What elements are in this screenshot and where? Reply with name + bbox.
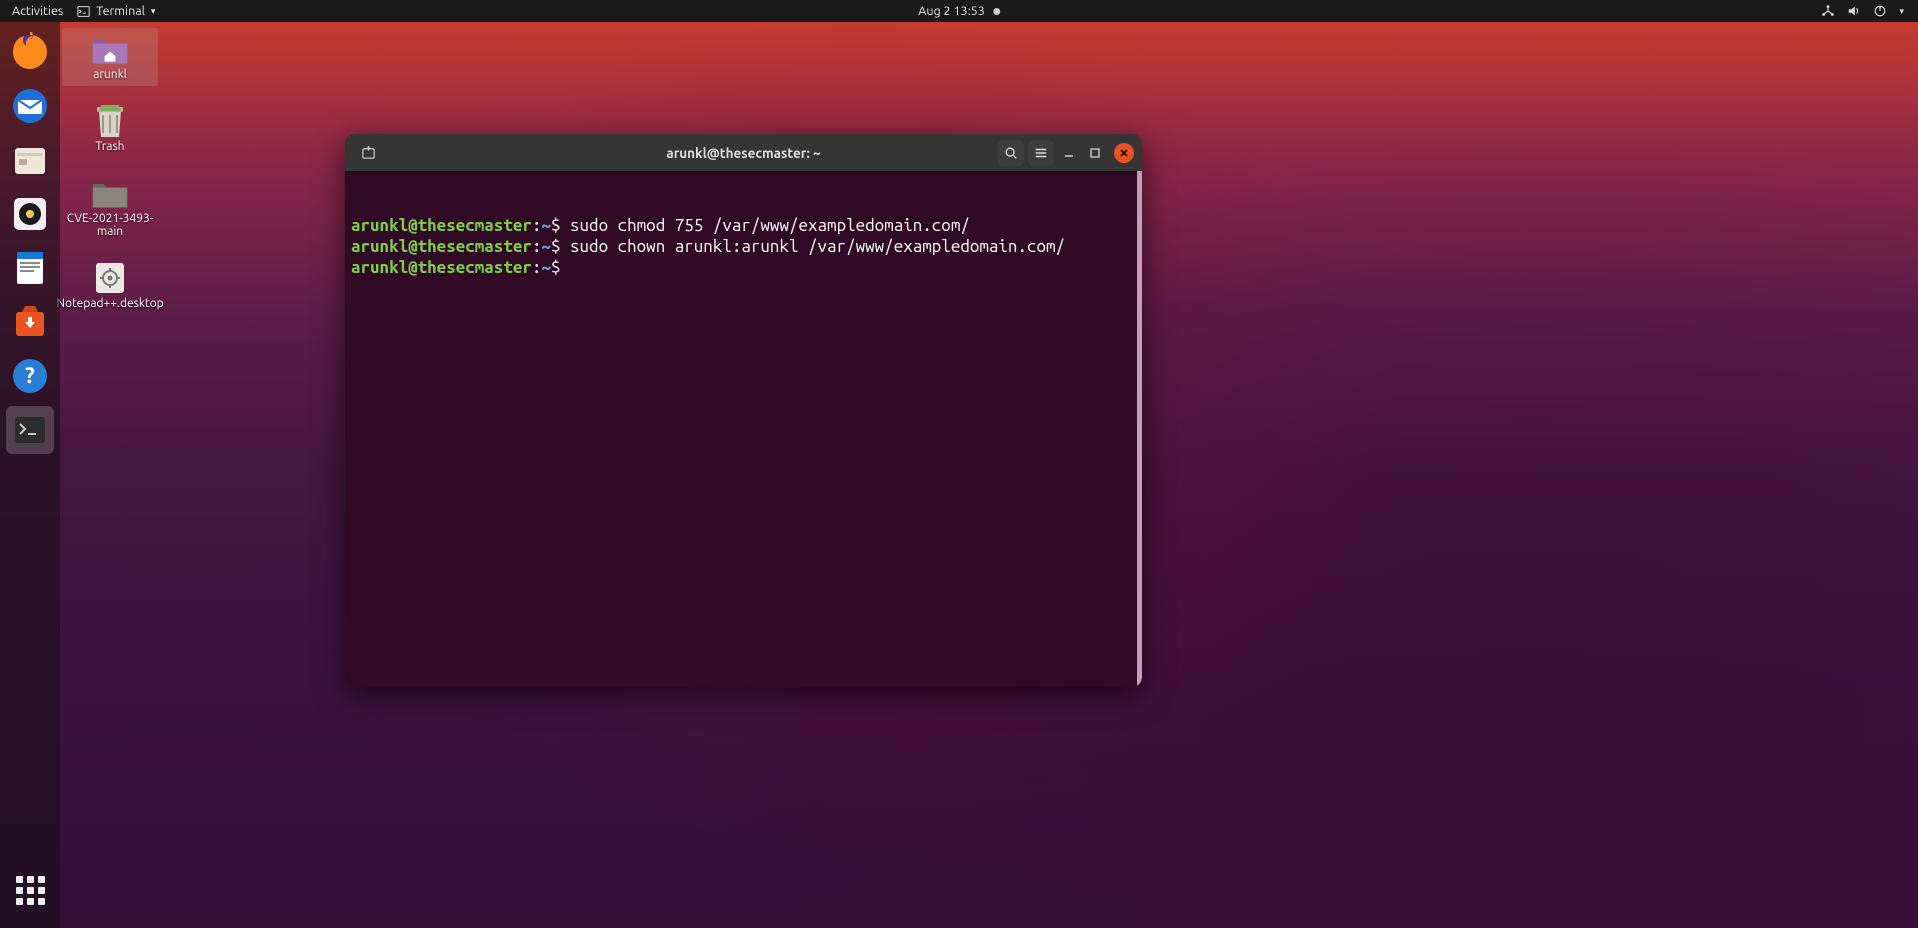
terminal-icon [10, 410, 50, 450]
chevron-down-icon: ▾ [1899, 6, 1904, 17]
folder-icon [91, 176, 129, 210]
search-button[interactable] [998, 140, 1024, 166]
close-button[interactable] [1114, 143, 1134, 163]
dock-item-help[interactable]: ? [6, 352, 54, 400]
chevron-down-icon: ▾ [151, 6, 156, 17]
writer-icon [10, 248, 50, 288]
desktop-icon-label: CVE-2021-3493-main [66, 212, 154, 240]
desktop-icon-label: Notepad++.desktop [56, 297, 163, 311]
terminal-titlebar[interactable]: arunkl@thesecmaster: ~ [345, 134, 1142, 171]
files-icon [10, 140, 50, 180]
terminal-body[interactable]: arunkl@thesecmaster:~$ sudo chmod 755 /v… [345, 171, 1142, 687]
firefox-icon [10, 32, 50, 72]
dock-item-terminal[interactable] [6, 406, 54, 454]
desktop-icon-folder[interactable]: CVE-2021-3493-main [62, 172, 158, 244]
dock-item-thunderbird[interactable] [6, 82, 54, 130]
clock-label: Aug 2 13:53 [918, 4, 985, 18]
apps-grid-icon [16, 876, 45, 905]
system-tray[interactable]: ▾ [1821, 4, 1918, 18]
app-menu-label: Terminal [96, 4, 145, 18]
software-icon [10, 302, 50, 342]
dock-item-firefox[interactable] [6, 28, 54, 76]
terminal-icon [77, 5, 90, 18]
dock-item-rhythmbox[interactable] [6, 190, 54, 238]
clock[interactable]: Aug 2 13:53 [918, 4, 1000, 18]
notification-dot-icon [993, 8, 1000, 15]
dock-item-files[interactable] [6, 136, 54, 184]
search-icon [1004, 146, 1018, 160]
help-icon: ? [10, 356, 50, 396]
svg-text:?: ? [25, 363, 35, 388]
dock: ? [0, 22, 60, 928]
new-tab-icon [361, 145, 376, 160]
power-icon [1873, 4, 1887, 18]
rhythmbox-icon [10, 194, 50, 234]
dock-item-software[interactable] [6, 298, 54, 346]
volume-icon [1847, 4, 1861, 18]
new-tab-button[interactable] [355, 140, 381, 166]
hamburger-icon [1034, 146, 1048, 160]
gear-file-icon [91, 261, 129, 295]
activities-button[interactable]: Activities [12, 4, 63, 18]
maximize-button[interactable] [1084, 142, 1106, 164]
maximize-icon [1089, 147, 1101, 159]
trash-icon [91, 104, 129, 138]
terminal-scrollbar[interactable] [1137, 171, 1142, 687]
minimize-button[interactable] [1058, 142, 1080, 164]
desktop-icon-label: arunkl [93, 68, 127, 82]
thunderbird-icon [10, 86, 50, 126]
network-icon [1821, 4, 1835, 18]
app-menu[interactable]: Terminal ▾ [77, 4, 155, 18]
desktop-icon-label: Trash [95, 140, 124, 154]
minimize-icon [1063, 147, 1075, 159]
desktop-icon-home[interactable]: arunkl [62, 28, 158, 86]
desktop-icon-notepad[interactable]: Notepad++.desktop [62, 257, 158, 315]
close-icon [1119, 148, 1129, 158]
menu-button[interactable] [1028, 140, 1054, 166]
dock-item-writer[interactable] [6, 244, 54, 292]
folder-home-icon [91, 32, 129, 66]
dock-item-apps[interactable] [6, 866, 54, 914]
gnome-topbar: Activities Terminal ▾ Aug 2 13:53 ▾ [0, 0, 1918, 22]
terminal-window: arunkl@thesecmaster: ~ arunkl@thesecmast… [345, 134, 1142, 687]
desktop-icon-trash[interactable]: Trash [62, 100, 158, 158]
desktop-icons: arunkl Trash CVE-2021-3493-main Notepad+… [60, 28, 160, 315]
